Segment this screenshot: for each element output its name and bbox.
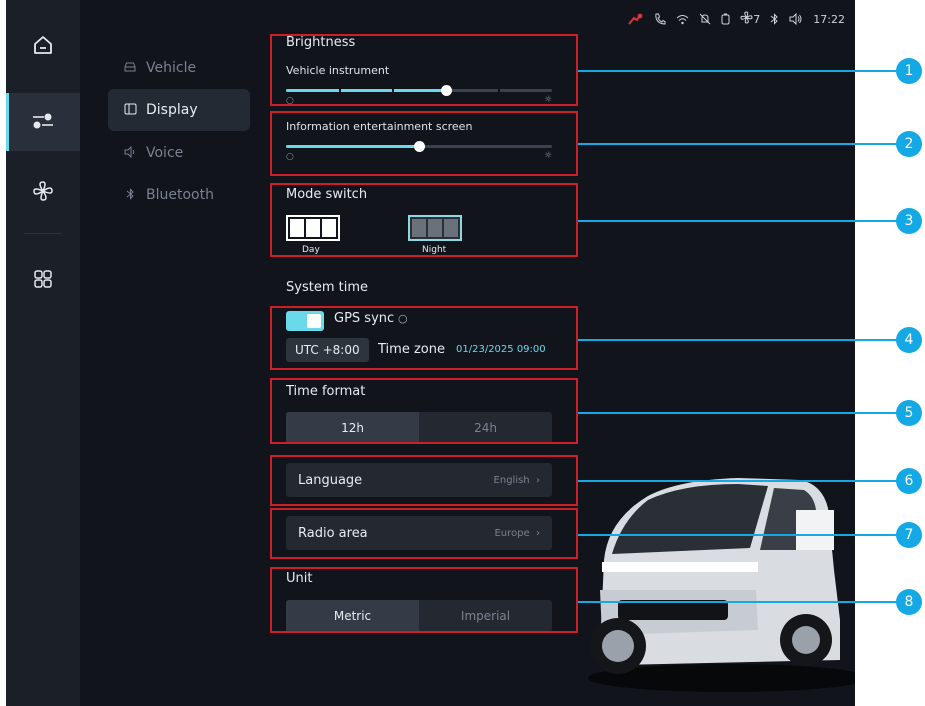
highlight-box-8	[270, 567, 578, 633]
car-icon	[122, 61, 138, 76]
highlight-box-5	[270, 378, 578, 444]
callout-line	[578, 480, 902, 482]
status-bar: 7 17:22	[628, 10, 845, 28]
highlight-box-2	[270, 111, 578, 176]
settings-sliders-icon	[31, 109, 55, 135]
callout-line	[578, 412, 902, 414]
callout-badge-2: 2	[896, 131, 922, 157]
phone-icon	[654, 13, 666, 25]
home-icon	[32, 34, 54, 60]
callout-badge-4: 4	[896, 327, 922, 353]
nav-item-display[interactable]: Display	[108, 89, 250, 131]
rail-climate-button[interactable]	[6, 164, 80, 222]
clock: 17:22	[813, 12, 845, 26]
callout-badge-5: 5	[896, 400, 922, 426]
nav-item-label: Voice	[146, 145, 184, 161]
nav-item-bluetooth[interactable]: Bluetooth	[108, 174, 250, 216]
rail-apps-button[interactable]	[6, 252, 80, 310]
rail-settings-button[interactable]	[6, 93, 80, 151]
callout-line	[578, 143, 902, 145]
callout-line	[578, 601, 902, 603]
highlight-box-6	[270, 455, 578, 506]
battery-icon	[721, 13, 730, 25]
callout-badge-3: 3	[896, 208, 922, 234]
nav-item-label: Vehicle	[146, 60, 197, 76]
callout-line	[578, 534, 902, 536]
callout-badge-6: 6	[896, 468, 922, 494]
callout-badge-8: 8	[896, 589, 922, 615]
system-time-title: System time	[286, 280, 368, 295]
pedestrian-alert-icon	[628, 13, 644, 25]
display-icon	[122, 103, 138, 118]
nav-item-voice[interactable]: Voice	[108, 132, 250, 174]
vehicle-image	[578, 450, 855, 706]
nav-item-vehicle[interactable]: Vehicle	[108, 47, 250, 89]
nav-item-label: Display	[146, 102, 198, 118]
bluetooth-icon	[122, 187, 138, 203]
wifi-icon	[676, 14, 689, 25]
left-rail	[6, 0, 80, 706]
fan-icon	[740, 11, 753, 27]
fan-status: 7	[740, 11, 760, 27]
highlight-box-7	[270, 508, 578, 559]
callout-line	[578, 70, 902, 72]
highlight-box-4	[270, 306, 578, 370]
fan-icon	[32, 180, 54, 206]
speaker-icon	[122, 145, 138, 161]
callout-line	[578, 220, 902, 222]
rail-home-button[interactable]	[6, 18, 80, 76]
callout-badge-1: 1	[896, 58, 922, 84]
callout-line	[578, 339, 902, 341]
bluetooth-icon	[770, 13, 779, 25]
apps-grid-icon	[32, 268, 54, 294]
volume-icon	[789, 13, 803, 25]
nav-item-label: Bluetooth	[146, 187, 214, 203]
rail-divider	[24, 233, 62, 234]
bell-off-icon	[699, 13, 711, 25]
highlight-box-3	[270, 183, 578, 257]
fan-level: 7	[753, 12, 761, 26]
callout-badge-7: 7	[896, 522, 922, 548]
highlight-box-1	[270, 34, 578, 106]
